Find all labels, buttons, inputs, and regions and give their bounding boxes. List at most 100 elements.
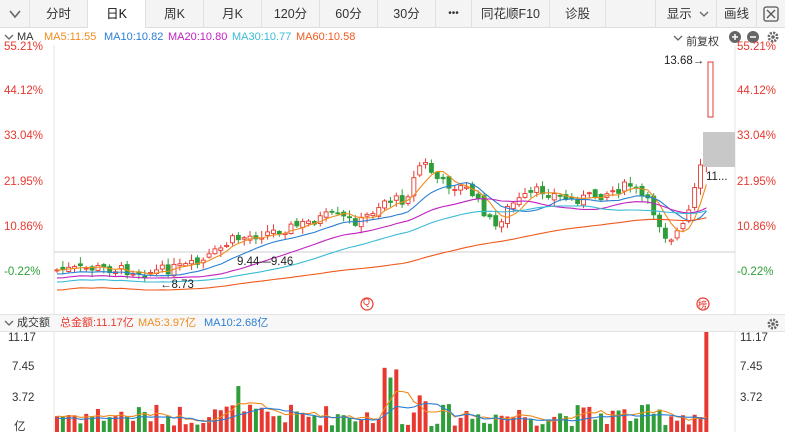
left-volume-label: 3.72 (12, 392, 35, 404)
candle-body (516, 197, 522, 206)
volume-ma10: MA10:2.68亿 (204, 317, 269, 329)
volume-bar (698, 417, 703, 432)
volume-bar (154, 404, 159, 432)
adjust-dropdown[interactable]: 前复权 (673, 29, 719, 50)
more-button[interactable]: ••• (436, 0, 472, 28)
candle-body (657, 214, 662, 228)
volume-bar (686, 424, 691, 432)
volume-bar (534, 425, 539, 432)
gear-icon[interactable] (766, 317, 780, 331)
candle-body (194, 257, 200, 265)
candle-body (686, 209, 692, 222)
volume-bar (382, 367, 387, 432)
ma20-value: MA20:10.80 (168, 31, 228, 43)
right-axis-label: 55.21% (737, 41, 777, 53)
volume-bar (645, 404, 650, 432)
display-dropdown[interactable]: 显示 (655, 0, 717, 28)
candle-body (113, 271, 118, 274)
candle-body (622, 181, 627, 192)
right-axis-label: 10.86% (737, 221, 777, 233)
candle-body (627, 183, 633, 187)
volume-bar (119, 411, 124, 432)
candle-body (411, 177, 417, 197)
adjust-label: 前复权 (686, 36, 720, 48)
volume-bar (663, 425, 668, 432)
tab-daily-k[interactable]: 日K (88, 0, 146, 28)
volume-bar (107, 417, 112, 432)
f10-button[interactable]: 同花顺F10 (472, 0, 550, 28)
volume-bar (499, 415, 504, 432)
candle-body (95, 264, 101, 271)
volume-ma10-line (56, 402, 707, 422)
candle-body (639, 185, 645, 197)
chevron-down-icon (699, 11, 709, 17)
volume-bar (400, 424, 405, 432)
candle-body (393, 195, 399, 201)
volume-bar (563, 416, 568, 432)
candle-body (107, 266, 113, 274)
tab-120min[interactable]: 120分 (262, 0, 320, 28)
tab-weekly-k[interactable]: 周K (146, 0, 204, 28)
volume-title[interactable]: 成交额 (17, 315, 50, 332)
candle-body (282, 232, 288, 236)
volume-bar (528, 418, 533, 432)
volume-bar (172, 425, 176, 432)
event-bang-label: 榜 (698, 300, 708, 310)
candle-body (148, 271, 154, 274)
volume-ma5: MA5:3.97亿 (138, 317, 197, 329)
candle-body (551, 193, 557, 201)
ma30-value: MA30:10.77 (232, 31, 292, 43)
side-toggle[interactable] (0, 0, 30, 28)
candle-body (680, 223, 686, 230)
volume-bar (265, 411, 270, 432)
close-button[interactable] (757, 0, 785, 28)
tab-monthly-k[interactable]: 月K (204, 0, 262, 28)
ma60-value: MA60:10.58 (296, 31, 356, 43)
volume-bar (131, 420, 136, 432)
volume-legend: 成交额 总金额:11.17亿 MA5:3.97亿 MA10:2.68亿 (0, 314, 785, 332)
volume-bar (84, 413, 89, 432)
ma30-line (56, 205, 707, 283)
candle-body (692, 187, 698, 208)
volume-bar (365, 412, 370, 432)
volume-bar (517, 409, 522, 432)
ma60-line (56, 217, 707, 291)
candle-body (563, 194, 569, 201)
candle-body (241, 237, 247, 240)
candle-body (668, 239, 674, 242)
candle-body (382, 200, 388, 209)
draw-line-button[interactable]: 画线 (717, 0, 757, 28)
range-label: 9.44—9.46 (237, 256, 294, 268)
volume-bar (370, 423, 375, 432)
tab-60min[interactable]: 60分 (320, 0, 378, 28)
diagnose-button[interactable]: 诊股 (550, 0, 606, 28)
high-price-label: 13.68→ (664, 55, 705, 67)
candle-body (153, 269, 159, 275)
volume-bar (277, 415, 282, 432)
candle-body (464, 186, 469, 189)
volume-bar (452, 425, 457, 432)
candle-body (130, 273, 136, 276)
volume-bar (411, 412, 416, 432)
volume-bar (177, 406, 182, 432)
tab-timeshare[interactable]: 分时 (30, 0, 88, 28)
candle-body (118, 265, 124, 270)
candle-body (83, 267, 89, 270)
volume-bar (610, 410, 615, 432)
display-label: 显示 (666, 7, 692, 21)
ma20-line (56, 198, 707, 279)
volume-bar (493, 414, 498, 432)
candle-body (77, 263, 83, 267)
tab-30min[interactable]: 30分 (378, 0, 436, 28)
candle-body (534, 186, 540, 193)
volume-bar (166, 415, 171, 432)
right-axis-label: 44.12% (737, 85, 777, 97)
chevron-down-icon[interactable] (3, 315, 15, 331)
candle-body (469, 183, 475, 197)
candle-body (200, 259, 206, 264)
candle-body (364, 213, 370, 217)
volume-bar (458, 417, 463, 432)
candle-body (399, 195, 405, 205)
candle-body (136, 271, 142, 274)
volume-bar (441, 404, 446, 432)
